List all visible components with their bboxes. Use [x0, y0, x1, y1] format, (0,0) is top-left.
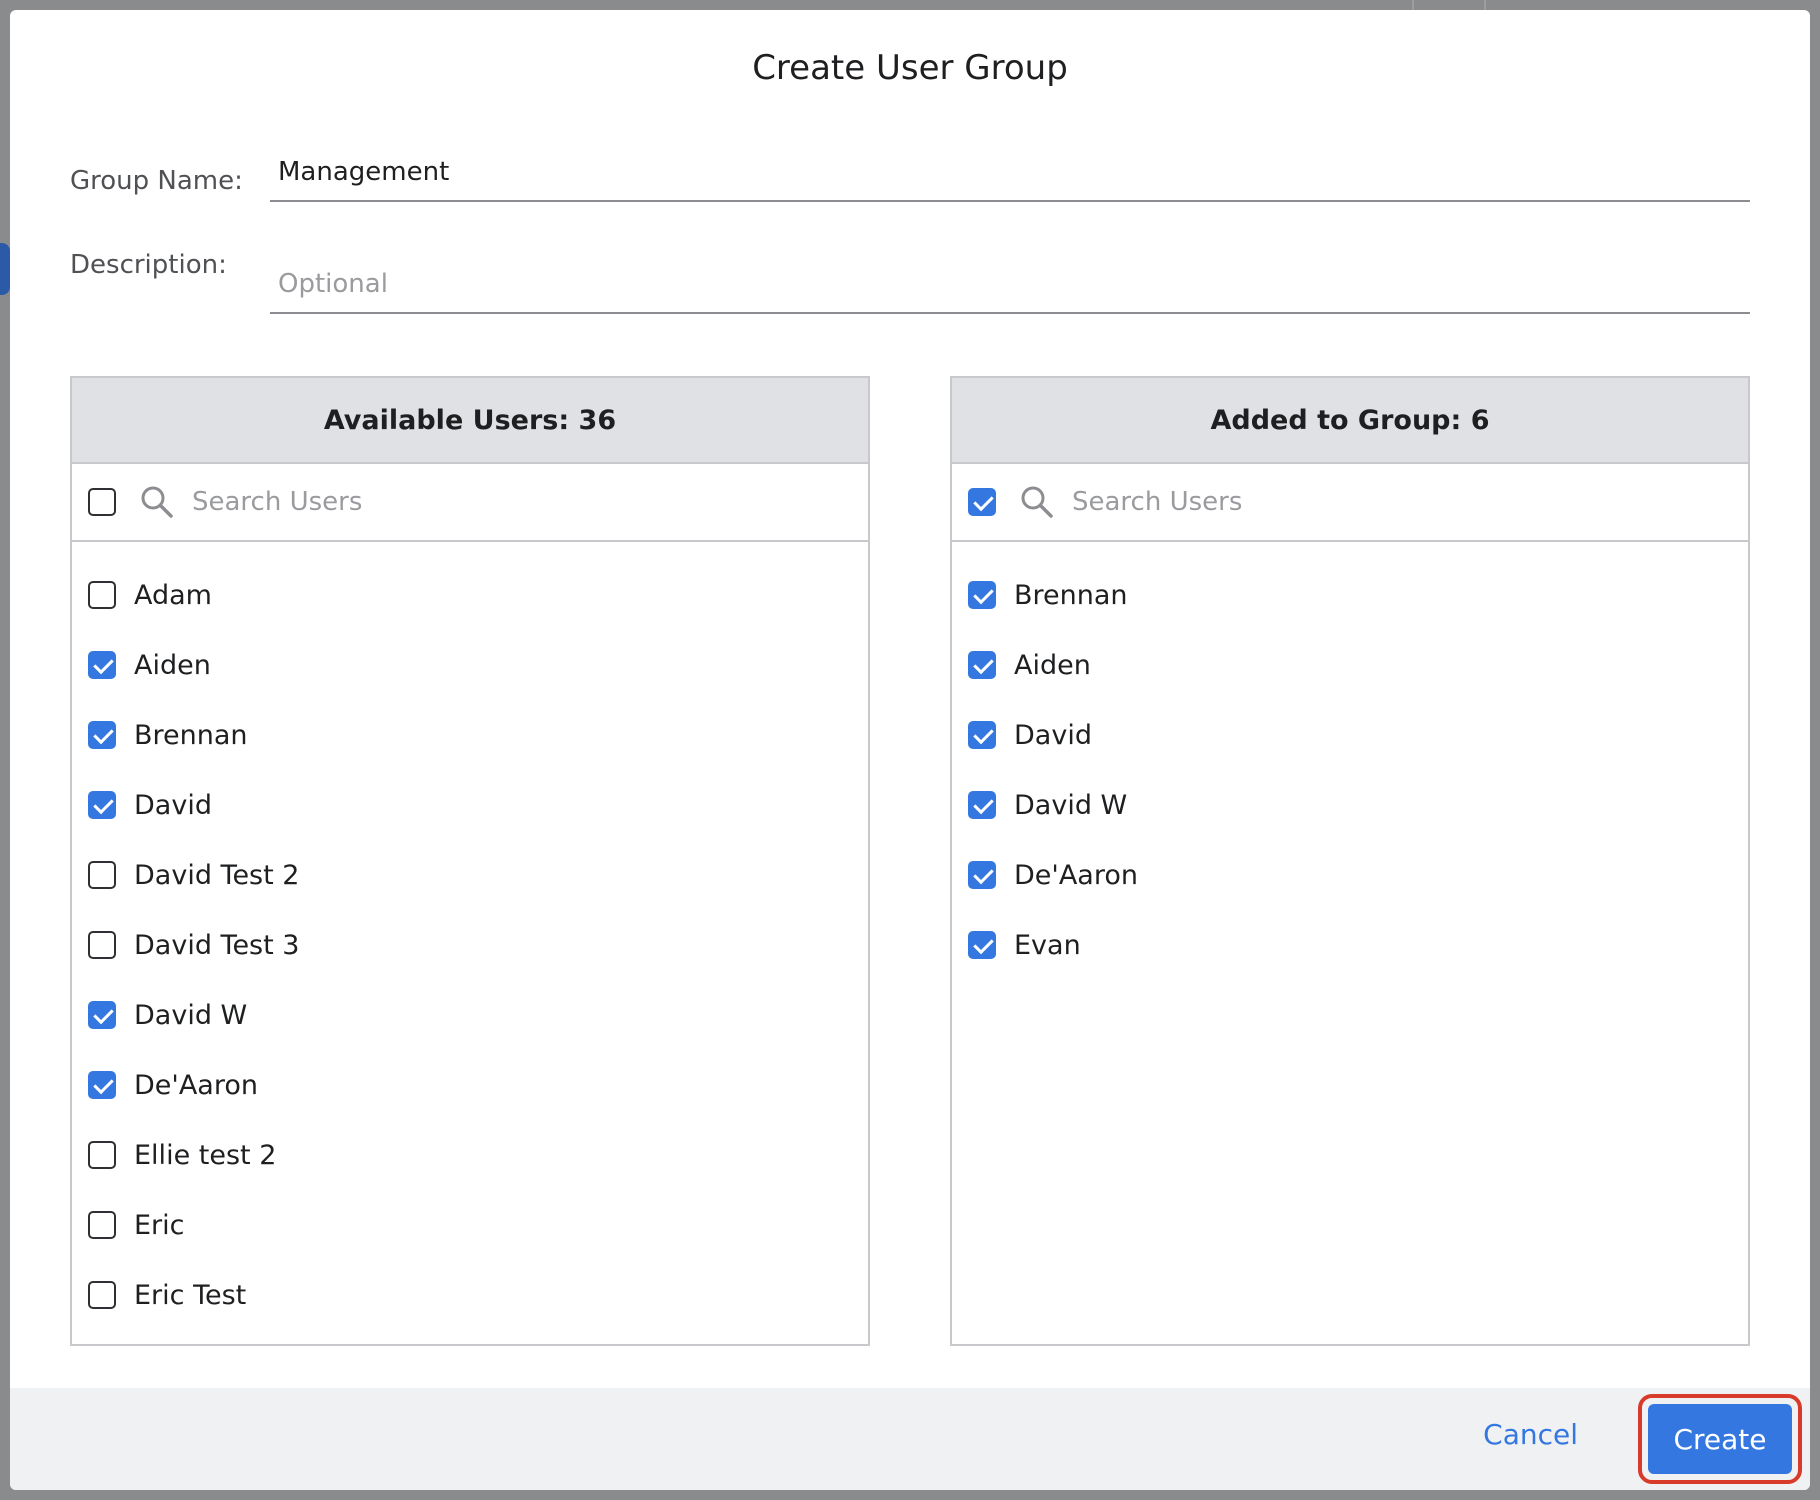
background-divider — [1412, 0, 1414, 10]
background-tab — [0, 243, 10, 295]
available-users-list: Adam Aiden Brennan David David Test 2 David T… — [72, 542, 868, 1330]
user-list-item[interactable]: De'Aaron — [72, 1050, 868, 1120]
user-checkbox[interactable] — [88, 1141, 116, 1169]
user-list-item[interactable]: De'Aaron — [952, 840, 1748, 910]
user-list-item[interactable]: David W — [72, 980, 868, 1050]
user-list-item[interactable]: Ellie test 2 — [72, 1120, 868, 1190]
user-checkbox[interactable] — [88, 1211, 116, 1239]
cancel-button[interactable]: Cancel — [1483, 1418, 1578, 1451]
user-name: Ellie test 2 — [134, 1139, 277, 1171]
user-list-item[interactable]: Eric — [72, 1190, 868, 1260]
user-name: Aiden — [134, 649, 211, 681]
description-input[interactable] — [270, 256, 1750, 314]
user-checkbox[interactable] — [968, 581, 996, 609]
user-checkbox[interactable] — [88, 931, 116, 959]
user-list-item[interactable]: Adam — [72, 560, 868, 630]
added-users-search-input[interactable] — [1072, 487, 1672, 517]
group-name-input[interactable] — [270, 144, 1750, 202]
user-checkbox[interactable] — [88, 581, 116, 609]
user-list-item[interactable]: Brennan — [952, 560, 1748, 630]
user-name: De'Aaron — [1014, 859, 1138, 891]
description-label: Description: — [70, 250, 227, 280]
user-name: Eric Test — [134, 1279, 247, 1311]
user-name: Adam — [134, 579, 212, 611]
user-list-item[interactable]: David Test 2 — [72, 840, 868, 910]
user-list-item[interactable]: David W — [952, 770, 1748, 840]
user-name: Aiden — [1014, 649, 1091, 681]
user-checkbox[interactable] — [88, 791, 116, 819]
user-list-item[interactable]: Eric Test — [72, 1260, 868, 1330]
user-checkbox[interactable] — [968, 931, 996, 959]
user-name: David — [134, 789, 212, 821]
available-users-header: Available Users: 36 — [72, 378, 868, 464]
user-checkbox[interactable] — [88, 1071, 116, 1099]
user-checkbox[interactable] — [88, 721, 116, 749]
user-list-item[interactable]: Aiden — [72, 630, 868, 700]
group-name-label: Group Name: — [70, 166, 243, 196]
user-name: Evan — [1014, 929, 1081, 961]
dialog-title: Create User Group — [752, 48, 1068, 88]
search-icon — [140, 485, 174, 519]
create-user-group-dialog: Create User Group Group Name: Descriptio… — [10, 10, 1810, 1490]
added-users-list: Brennan Aiden David David W De'Aaron Evan — [952, 542, 1748, 980]
user-name: David W — [1014, 789, 1128, 821]
user-list-item[interactable]: David Test 3 — [72, 910, 868, 980]
user-name: David Test 3 — [134, 929, 300, 961]
available-users-search-input[interactable] — [192, 487, 792, 517]
user-list-item[interactable]: Brennan — [72, 700, 868, 770]
user-name: Brennan — [134, 719, 248, 751]
user-checkbox[interactable] — [968, 721, 996, 749]
user-checkbox[interactable] — [88, 651, 116, 679]
user-name: David Test 2 — [134, 859, 300, 891]
added-to-group-panel: Added to Group: 6 Brennan Aiden David David… — [950, 376, 1750, 1346]
added-to-group-header: Added to Group: 6 — [952, 378, 1748, 464]
search-icon — [1020, 485, 1054, 519]
user-checkbox[interactable] — [88, 1001, 116, 1029]
user-name: David W — [134, 999, 248, 1031]
user-name: Eric — [134, 1209, 185, 1241]
available-users-panel: Available Users: 36 Adam Aiden Brennan Davi… — [70, 376, 870, 1346]
user-checkbox[interactable] — [968, 791, 996, 819]
user-list-item[interactable]: David — [72, 770, 868, 840]
create-button[interactable]: Create — [1648, 1404, 1792, 1474]
user-list-item[interactable]: David — [952, 700, 1748, 770]
added-users-search-bar — [952, 464, 1748, 542]
user-checkbox[interactable] — [968, 651, 996, 679]
background-divider — [1484, 0, 1486, 10]
user-checkbox[interactable] — [88, 861, 116, 889]
select-all-added-checkbox[interactable] — [968, 488, 996, 516]
user-checkbox[interactable] — [968, 861, 996, 889]
user-name: De'Aaron — [134, 1069, 258, 1101]
available-users-search-bar — [72, 464, 868, 542]
user-name: Brennan — [1014, 579, 1128, 611]
user-checkbox[interactable] — [88, 1281, 116, 1309]
user-list-item[interactable]: Aiden — [952, 630, 1748, 700]
select-all-available-checkbox[interactable] — [88, 488, 116, 516]
user-name: David — [1014, 719, 1092, 751]
dialog-footer: Cancel Create — [10, 1388, 1810, 1490]
user-list-item[interactable]: Evan — [952, 910, 1748, 980]
